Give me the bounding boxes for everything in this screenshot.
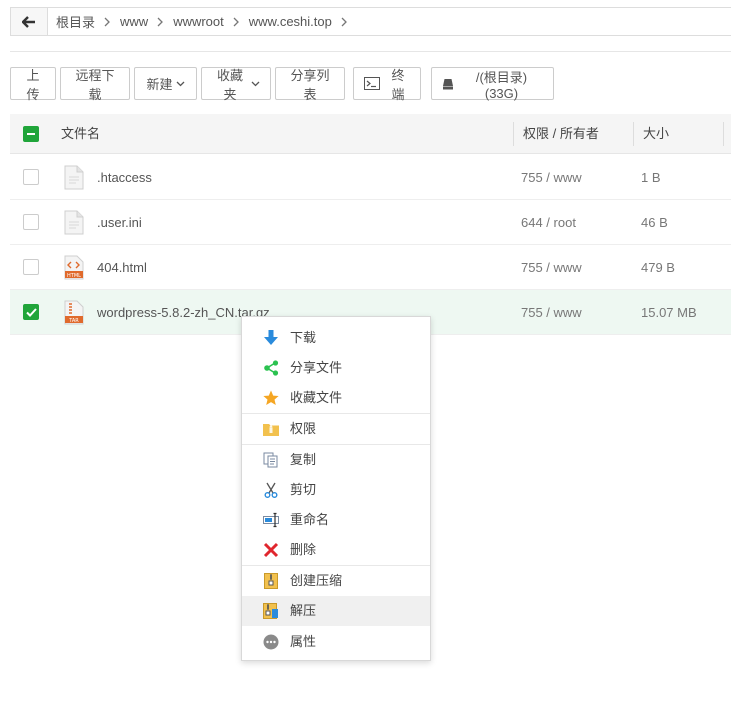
file-name[interactable]: .user.ini (97, 200, 142, 245)
menu-item-permission[interactable]: 权限 (242, 414, 430, 444)
table-header: 文件名 权限 / 所有者 大小 (10, 114, 731, 154)
breadcrumb-item-site[interactable]: www.ceshi.top (249, 14, 357, 29)
chevron-right-icon (95, 17, 120, 27)
breadcrumb-item-wwwroot[interactable]: wwwroot (173, 14, 249, 29)
file-permission[interactable]: 755 / www (521, 245, 582, 290)
table-row[interactable]: HTML 404.html 755 / www 479 B (10, 245, 731, 290)
table-row[interactable]: .user.ini 644 / root 46 B (10, 200, 731, 245)
download-icon (263, 330, 279, 346)
svg-text:TAR: TAR (68, 318, 79, 324)
file-name[interactable]: 404.html (97, 245, 147, 290)
breadcrumb: 根目录 www wwwroot www.ceshi.top (10, 7, 731, 36)
favorites-dropdown-button[interactable]: 收藏夹 (201, 67, 271, 102)
file-name[interactable]: .htaccess (97, 155, 152, 200)
column-header-perm[interactable]: 权限 / 所有者 (523, 114, 599, 154)
back-button[interactable] (11, 8, 48, 35)
terminal-icon (364, 77, 380, 90)
scissors-icon (263, 482, 279, 498)
file-size: 46 B (641, 215, 668, 230)
copy-icon (263, 452, 279, 468)
tar-file-icon: TAR (64, 300, 84, 328)
breadcrumb-item-www[interactable]: www (120, 14, 173, 29)
chevron-right-icon (332, 17, 357, 27)
chevron-down-icon (251, 81, 260, 87)
table-row[interactable]: .htaccess 755 / www 1 B (10, 155, 731, 200)
column-divider (633, 122, 634, 146)
select-all-checkbox[interactable] (23, 126, 39, 142)
hard-disk-icon (442, 78, 454, 90)
column-divider (723, 122, 724, 146)
menu-item-properties[interactable]: 属性 (242, 627, 430, 657)
menu-item-copy[interactable]: 复制 (242, 445, 430, 475)
folder-lock-icon (263, 421, 279, 437)
menu-item-favorite-file[interactable]: 收藏文件 (242, 383, 430, 413)
file-permission[interactable]: 755 / www (521, 290, 582, 335)
extract-archive-icon (263, 603, 279, 619)
menu-item-download[interactable]: 下载 (242, 323, 430, 353)
toolbar: 上传 远程下载 新建 收藏夹 分享列表 终端 /(根目录) (33G) (10, 67, 558, 102)
share-list-button[interactable]: 分享列表 (275, 67, 345, 102)
remote-download-button[interactable]: 远程下载 (60, 67, 130, 102)
disk-button[interactable]: /(根目录) (33G) (431, 67, 554, 101)
new-dropdown-button[interactable]: 新建 (134, 67, 197, 100)
rename-icon (263, 512, 279, 528)
svg-text:HTML: HTML (67, 273, 81, 279)
menu-item-share-file[interactable]: 分享文件 (242, 353, 430, 383)
chevron-down-icon (176, 81, 185, 87)
menu-item-delete[interactable]: 删除 (242, 535, 430, 565)
breadcrumb-item-root[interactable]: 根目录 (48, 12, 120, 31)
row-checkbox-checked[interactable] (23, 304, 39, 320)
file-size: 1 B (641, 170, 661, 185)
divider (10, 51, 731, 52)
file-icon (64, 165, 84, 193)
menu-item-rename[interactable]: 重命名 (242, 505, 430, 535)
terminal-button[interactable]: 终端 (353, 67, 421, 102)
file-size: 15.07 MB (641, 305, 697, 320)
menu-item-compress[interactable]: 创建压缩 (242, 566, 430, 596)
column-divider (513, 122, 514, 146)
file-icon (64, 210, 84, 238)
share-icon (263, 360, 279, 376)
menu-item-cut[interactable]: 剪切 (242, 475, 430, 505)
chevron-right-icon (224, 17, 249, 27)
column-header-size[interactable]: 大小 (643, 114, 669, 154)
upload-button[interactable]: 上传 (10, 67, 56, 102)
star-icon (263, 390, 279, 406)
menu-item-extract[interactable]: 解压 (242, 596, 430, 626)
more-dots-icon (263, 634, 279, 650)
html-file-icon: HTML (64, 255, 84, 283)
chevron-right-icon (148, 17, 173, 27)
column-header-name[interactable]: 文件名 (61, 114, 100, 154)
delete-x-icon (263, 542, 279, 558)
zip-archive-icon (263, 573, 279, 589)
context-menu: 下载 分享文件 收藏文件 权限 复制 剪切 重命名 删除 创建压缩 解压 属性 (241, 316, 431, 661)
arrow-left-icon (22, 15, 35, 28)
file-permission[interactable]: 755 / www (521, 155, 582, 200)
row-checkbox[interactable] (23, 169, 39, 185)
file-permission[interactable]: 644 / root (521, 200, 576, 245)
file-size: 479 B (641, 260, 675, 275)
row-checkbox[interactable] (23, 259, 39, 275)
row-checkbox[interactable] (23, 214, 39, 230)
